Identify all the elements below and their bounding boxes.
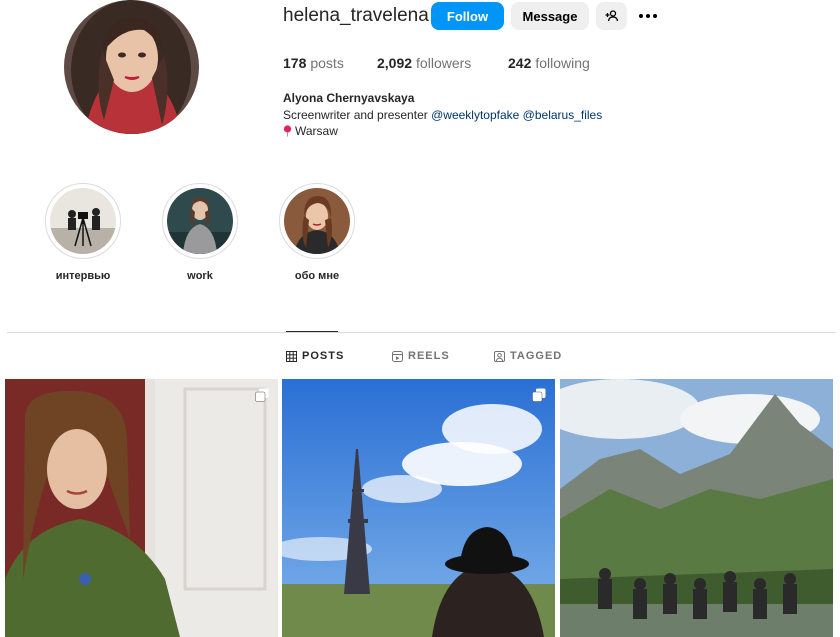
followers-label: followers [416,55,472,71]
post-image [282,379,555,637]
posts-label: posts [310,55,344,71]
following-stat[interactable]: 242 following [508,55,590,71]
tab-reels[interactable]: REELS [392,350,450,362]
post-thumbnail[interactable] [282,379,555,637]
highlight-label: work [187,270,213,282]
tab-label: POSTS [302,350,345,362]
tab-tagged[interactable]: TAGGED [494,350,562,362]
followers-stat[interactable]: 2,092 followers [377,55,471,71]
following-label: following [535,55,590,71]
post-image [5,379,278,637]
highlight-ring [279,183,355,259]
posts-stat: 178 posts [283,55,344,71]
location-pin-icon [283,125,292,137]
tagged-icon [494,350,505,362]
location: Warsaw [283,124,338,138]
bio: Screenwriter and presenter @weeklytopfak… [283,108,602,122]
location-text: Warsaw [295,124,338,138]
highlight-ring [45,183,121,259]
highlight-cover [167,188,233,254]
add-user-button[interactable] [596,2,627,30]
posts-count: 178 [283,55,307,71]
post-thumbnail[interactable] [5,379,278,637]
post-image [560,379,833,637]
mention-link[interactable]: @belarus_files [523,108,603,122]
highlight-item[interactable]: интервью [45,183,121,282]
dot-icon [653,14,657,18]
highlight-cover [50,188,116,254]
highlight-label: обо мне [294,270,340,282]
dot-icon [639,14,643,18]
multiple-images-icon [255,388,269,402]
highlight-label: интервью [55,270,111,282]
add-user-icon [605,10,618,22]
message-button[interactable]: Message [511,2,589,30]
highlight-ring [162,183,238,259]
follow-button[interactable]: Follow [431,2,504,30]
following-count: 242 [508,55,532,71]
reels-icon [392,350,403,362]
highlight-item[interactable]: work [162,183,238,282]
mention-link[interactable]: @weeklytopfake [431,108,519,122]
highlight-item[interactable]: обо мне [279,183,355,282]
bio-text: Screenwriter and presenter [283,108,428,122]
tab-posts[interactable]: POSTS [286,350,344,362]
followers-count: 2,092 [377,55,413,71]
full-name: Alyona Chernyavskaya [283,91,415,105]
grid-icon [286,350,297,362]
dot-icon [646,14,650,18]
profile-avatar[interactable] [64,0,199,134]
active-tab-indicator [286,331,338,332]
highlight-cover [284,188,350,254]
tab-label: REELS [408,350,450,362]
tabs-divider [7,332,836,333]
post-thumbnail[interactable] [560,379,833,637]
tab-label: TAGGED [510,350,563,362]
multiple-images-icon [532,388,546,402]
more-options-button[interactable] [637,7,659,25]
username: helena_travelena [283,5,429,26]
